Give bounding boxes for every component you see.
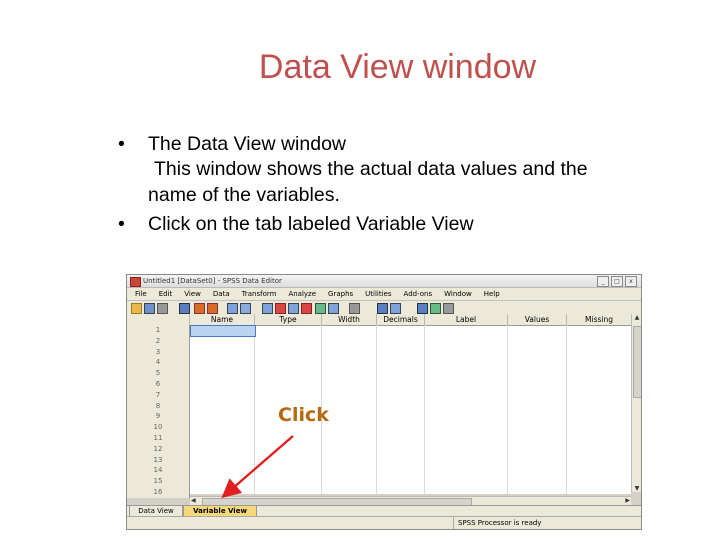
arrow-line [221,435,294,499]
callout-arrow [221,435,294,499]
